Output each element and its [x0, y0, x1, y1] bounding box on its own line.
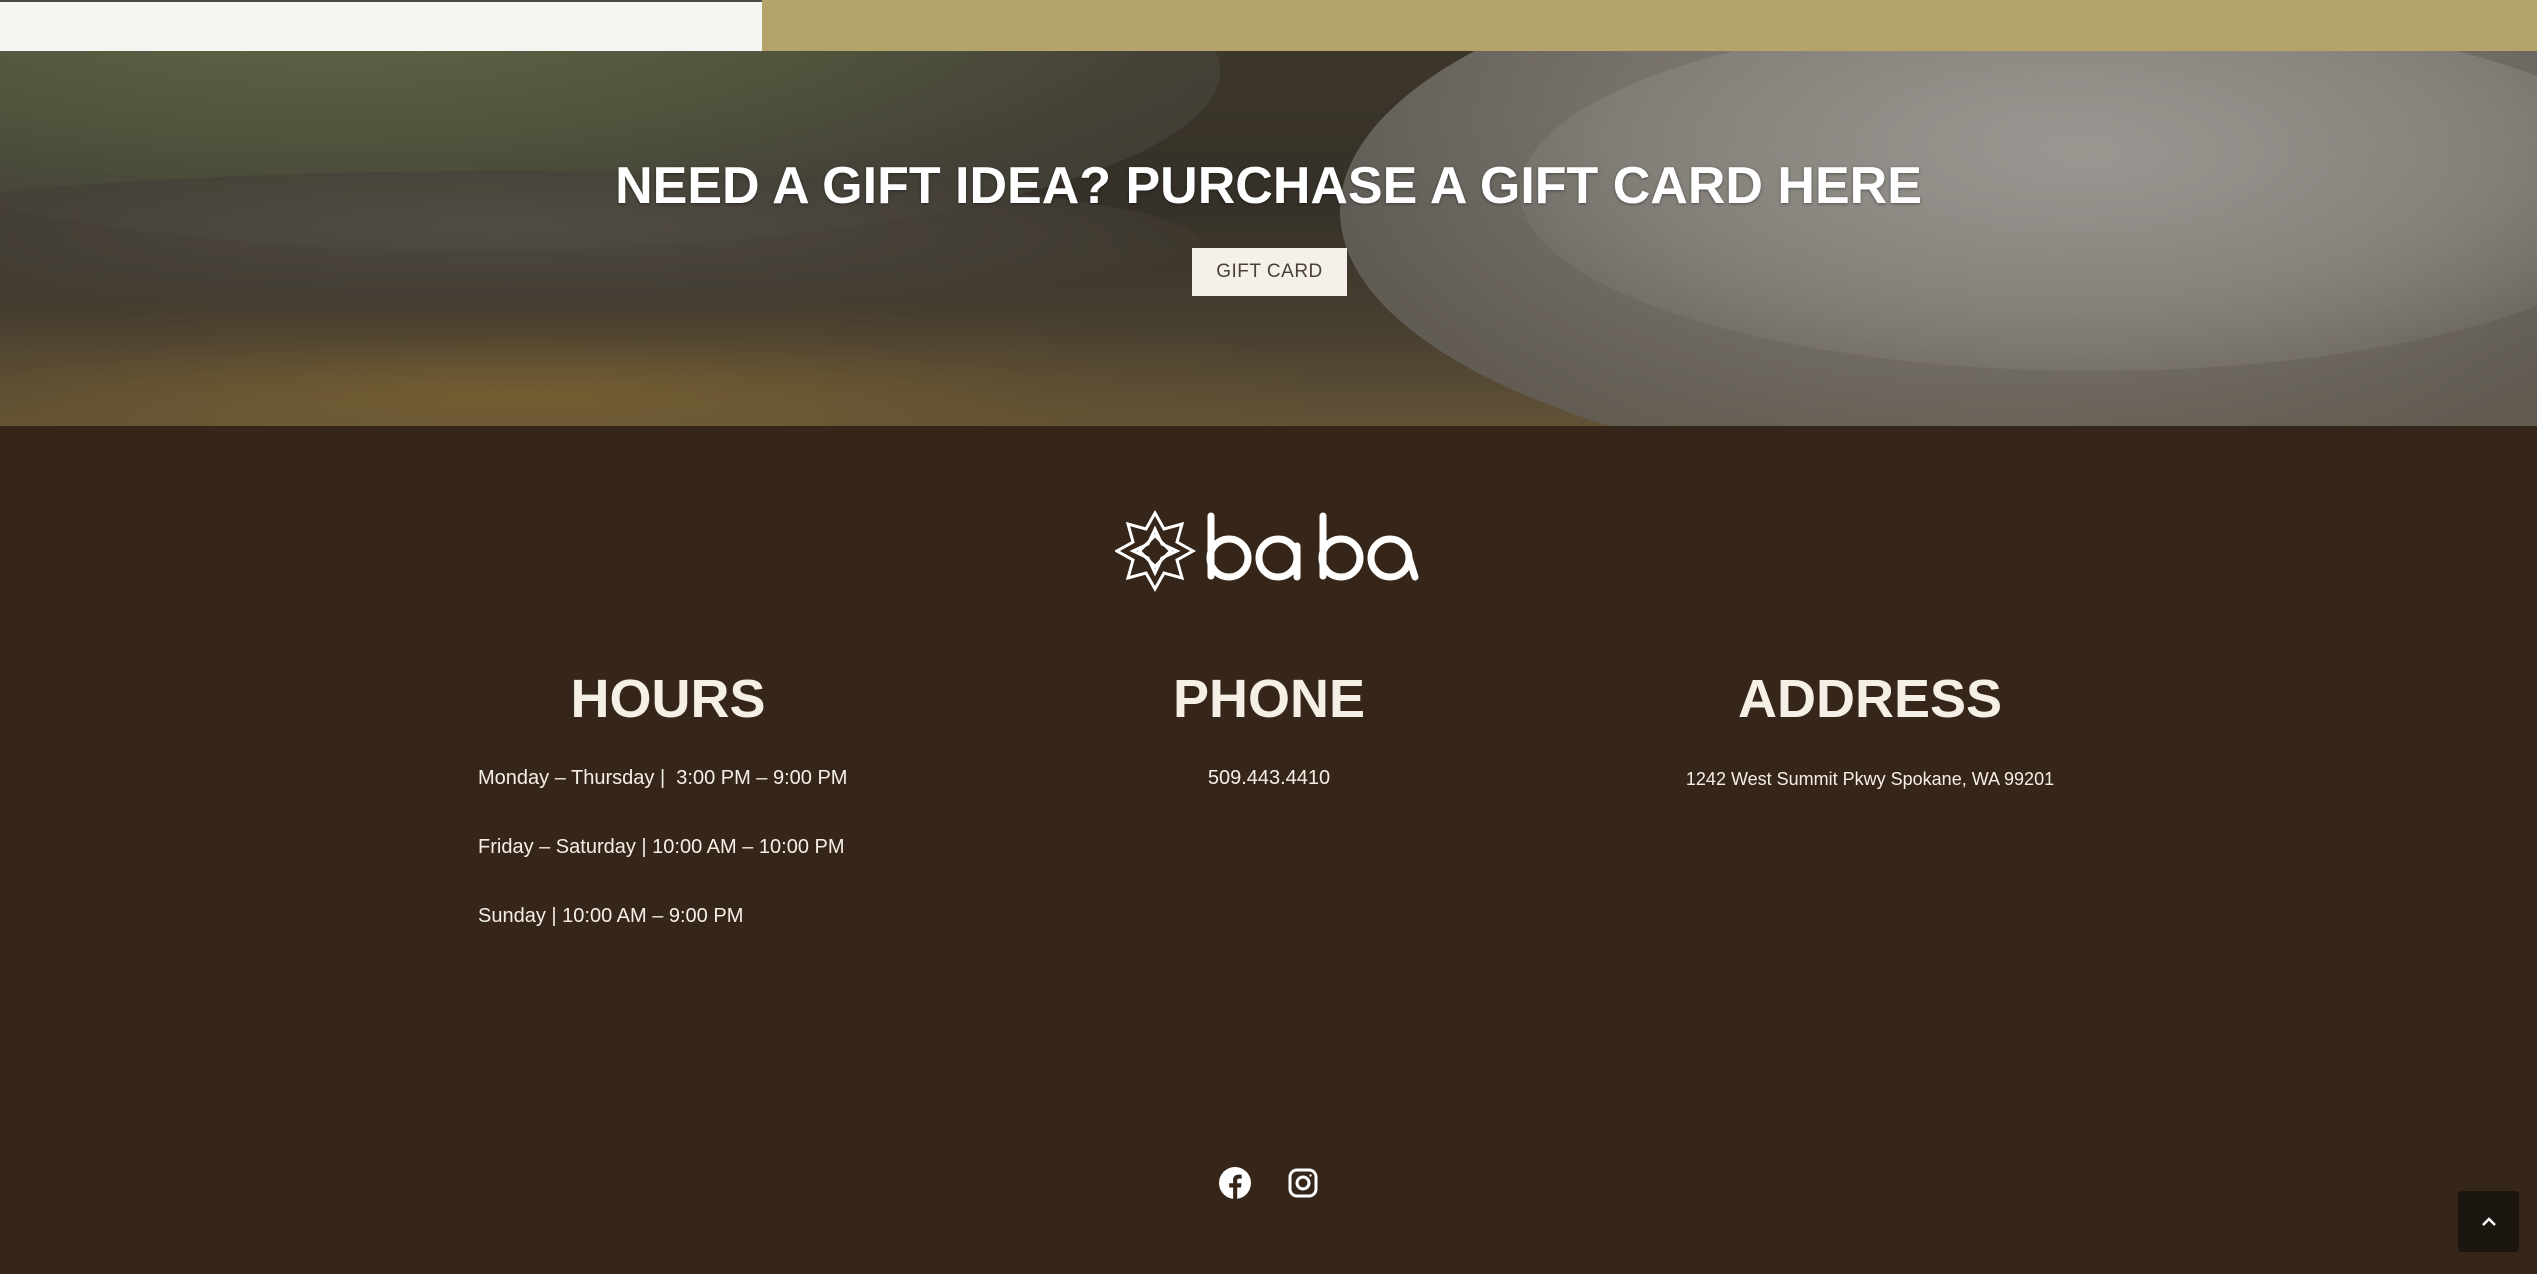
- top-strip: [0, 0, 2537, 51]
- instagram-icon[interactable]: [1286, 1166, 1320, 1200]
- baba-logo[interactable]: [1115, 506, 1425, 596]
- chevron-up-icon: [2481, 1216, 2496, 1226]
- hours-weekday: Monday – Thursday | 3:00 PM – 9:00 PM: [478, 767, 848, 789]
- back-to-top-button[interactable]: [2458, 1191, 2519, 1252]
- top-strip-gold: [762, 0, 2537, 51]
- phone-heading: PHONE: [1172, 669, 1366, 729]
- baba-wordmark: [1206, 512, 1419, 581]
- hours-heading: HOURS: [570, 669, 766, 729]
- star-emblem-icon: [1115, 509, 1197, 593]
- address-text: 1242 West Summit Pkwy Spokane, WA 99201: [1685, 769, 2055, 789]
- page: NEED A GIFT IDEA? PURCHASE A GIFT CARD H…: [0, 0, 2537, 1274]
- banner-title: NEED A GIFT IDEA? PURCHASE A GIFT CARD H…: [615, 157, 1922, 215]
- phone-number-link[interactable]: 509.443.4410: [969, 767, 1569, 790]
- gift-card-banner: NEED A GIFT IDEA? PURCHASE A GIFT CARD H…: [0, 51, 2537, 426]
- top-strip-light: [0, 0, 762, 51]
- banner-overlay: [0, 51, 2537, 426]
- address-heading: ADDRESS: [1737, 669, 2003, 729]
- facebook-icon[interactable]: [1218, 1166, 1252, 1200]
- gift-card-button[interactable]: GIFT CARD: [1192, 248, 1347, 296]
- hours-weekend: Friday – Saturday | 10:00 AM – 10:00 PM: [478, 836, 845, 858]
- hours-sunday: Sunday | 10:00 AM – 9:00 PM: [478, 905, 744, 927]
- footer: HOURS Monday – Thursday | 3:00 PM – 9:00…: [0, 426, 2537, 1274]
